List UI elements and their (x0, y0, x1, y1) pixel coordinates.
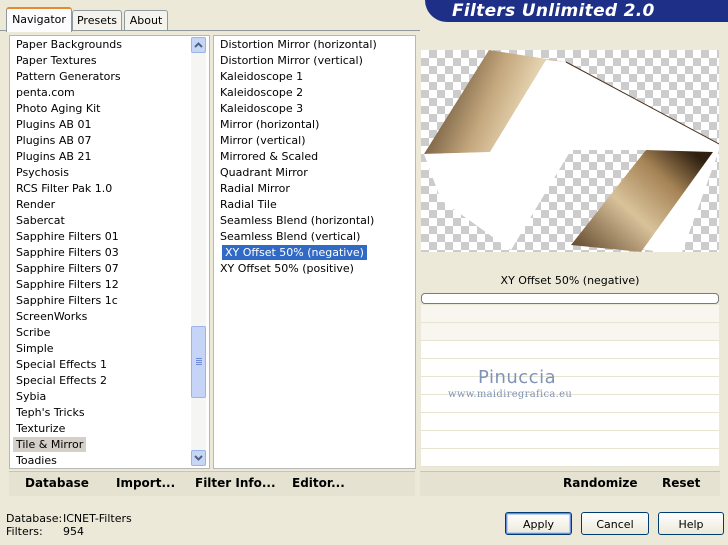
categories-item[interactable]: Sapphire Filters 1c (16, 293, 118, 308)
filters-item[interactable]: Seamless Blend (horizontal) (220, 213, 374, 228)
categories-item[interactable]: Sapphire Filters 07 (16, 261, 119, 276)
preview-image (421, 50, 719, 252)
filters-item[interactable]: XY Offset 50% (positive) (220, 261, 354, 276)
categories-item[interactable]: Sybia (16, 389, 46, 404)
filter-list[interactable]: Distortion Mirror (horizontal) Distortion… (213, 35, 416, 469)
filters-item[interactable]: Kaleidoscope 1 (220, 69, 303, 84)
categories-item[interactable]: penta.com (16, 85, 75, 100)
chevron-down-icon (194, 455, 203, 461)
categories-item[interactable]: Render (16, 197, 55, 212)
apply-button[interactable]: Apply (505, 512, 572, 535)
categories-item[interactable]: ScreenWorks (16, 309, 87, 324)
filters-item[interactable]: Distortion Mirror (horizontal) (220, 37, 377, 52)
categories-item[interactable]: Toadies (16, 453, 57, 468)
categories-item[interactable]: Paper Backgrounds (16, 37, 122, 52)
categories-item[interactable]: Pattern Generators (16, 69, 121, 84)
categories-item[interactable]: RCS Filter Pak 1.0 (16, 181, 112, 196)
filters-item[interactable]: Radial Mirror (220, 181, 290, 196)
database-value: ICNET-Filters (63, 512, 132, 525)
watermark-url: www.maidiregrafica.eu (448, 389, 573, 400)
filter-info-button[interactable]: Filter Info... (195, 475, 276, 491)
chevron-up-icon (194, 42, 203, 48)
randomize-button[interactable]: Randomize (563, 475, 637, 491)
tab-about[interactable]: About (124, 10, 168, 30)
filters-item[interactable]: Distortion Mirror (vertical) (220, 53, 363, 68)
parameter-area (421, 305, 719, 467)
categories-item[interactable]: Tile & Mirror (13, 437, 87, 452)
filters-item[interactable]: Seamless Blend (vertical) (220, 229, 360, 244)
filters-item[interactable]: Mirrored & Scaled (220, 149, 318, 164)
categories-item[interactable]: Paper Textures (16, 53, 97, 68)
database-button[interactable]: Database (25, 475, 89, 491)
categories-item[interactable]: Psychosis (16, 165, 69, 180)
app-title: Filters Unlimited 2.0 (452, 1, 655, 21)
categories-item[interactable]: Plugins AB 07 (16, 133, 91, 148)
categories-item[interactable]: Scribe (16, 325, 50, 340)
filters-item[interactable]: Quadrant Mirror (220, 165, 308, 180)
preview-artwork (424, 50, 719, 252)
categories-item[interactable]: Special Effects 2 (16, 373, 107, 388)
filters-item[interactable]: XY Offset 50% (negative) (221, 244, 368, 261)
categories-item[interactable]: Photo Aging Kit (16, 101, 100, 116)
filters-value: 954 (63, 525, 84, 538)
filters-item[interactable]: Mirror (horizontal) (220, 117, 319, 132)
categories-item[interactable]: Sabercat (16, 213, 65, 228)
categories-item[interactable]: Texturize (16, 421, 65, 436)
scroll-up-button[interactable] (191, 37, 206, 53)
preview-filter-name: XY Offset 50% (negative) (421, 270, 719, 292)
watermark-name: Pinuccia (478, 367, 557, 388)
categories-item[interactable]: Plugins AB 21 (16, 149, 91, 164)
categories-item[interactable]: Special Effects 1 (16, 357, 107, 372)
database-label: Database: (6, 512, 63, 525)
tab-navigator[interactable]: Navigator (6, 7, 72, 32)
filters-item[interactable]: Mirror (vertical) (220, 133, 306, 148)
filters-item[interactable]: Kaleidoscope 3 (220, 101, 303, 116)
progress-bar (421, 293, 719, 304)
category-scrollbar[interactable] (191, 37, 206, 466)
category-list[interactable]: Paper Backgrounds Paper Textures Pattern G… (9, 35, 210, 469)
scroll-down-button[interactable] (191, 450, 206, 466)
categories-item[interactable]: Simple (16, 341, 54, 356)
tab-presets[interactable]: Presets (72, 10, 122, 30)
categories-item[interactable]: Sapphire Filters 01 (16, 229, 119, 244)
categories-item[interactable]: Sapphire Filters 03 (16, 245, 119, 260)
filters-item[interactable]: Kaleidoscope 2 (220, 85, 303, 100)
scroll-thumb[interactable] (191, 326, 206, 398)
categories-item[interactable]: Plugins AB 01 (16, 117, 91, 132)
filters-item[interactable]: Radial Tile (220, 197, 277, 212)
import-button[interactable]: Import... (116, 475, 175, 491)
editor-button[interactable]: Editor... (292, 475, 345, 491)
help-button[interactable]: Help (658, 512, 724, 535)
filters-label: Filters: (6, 525, 43, 538)
categories-item[interactable]: Teph's Tricks (16, 405, 85, 420)
cancel-button[interactable]: Cancel (581, 512, 649, 535)
categories-item[interactable]: Sapphire Filters 12 (16, 277, 119, 292)
reset-button[interactable]: Reset (662, 475, 700, 491)
